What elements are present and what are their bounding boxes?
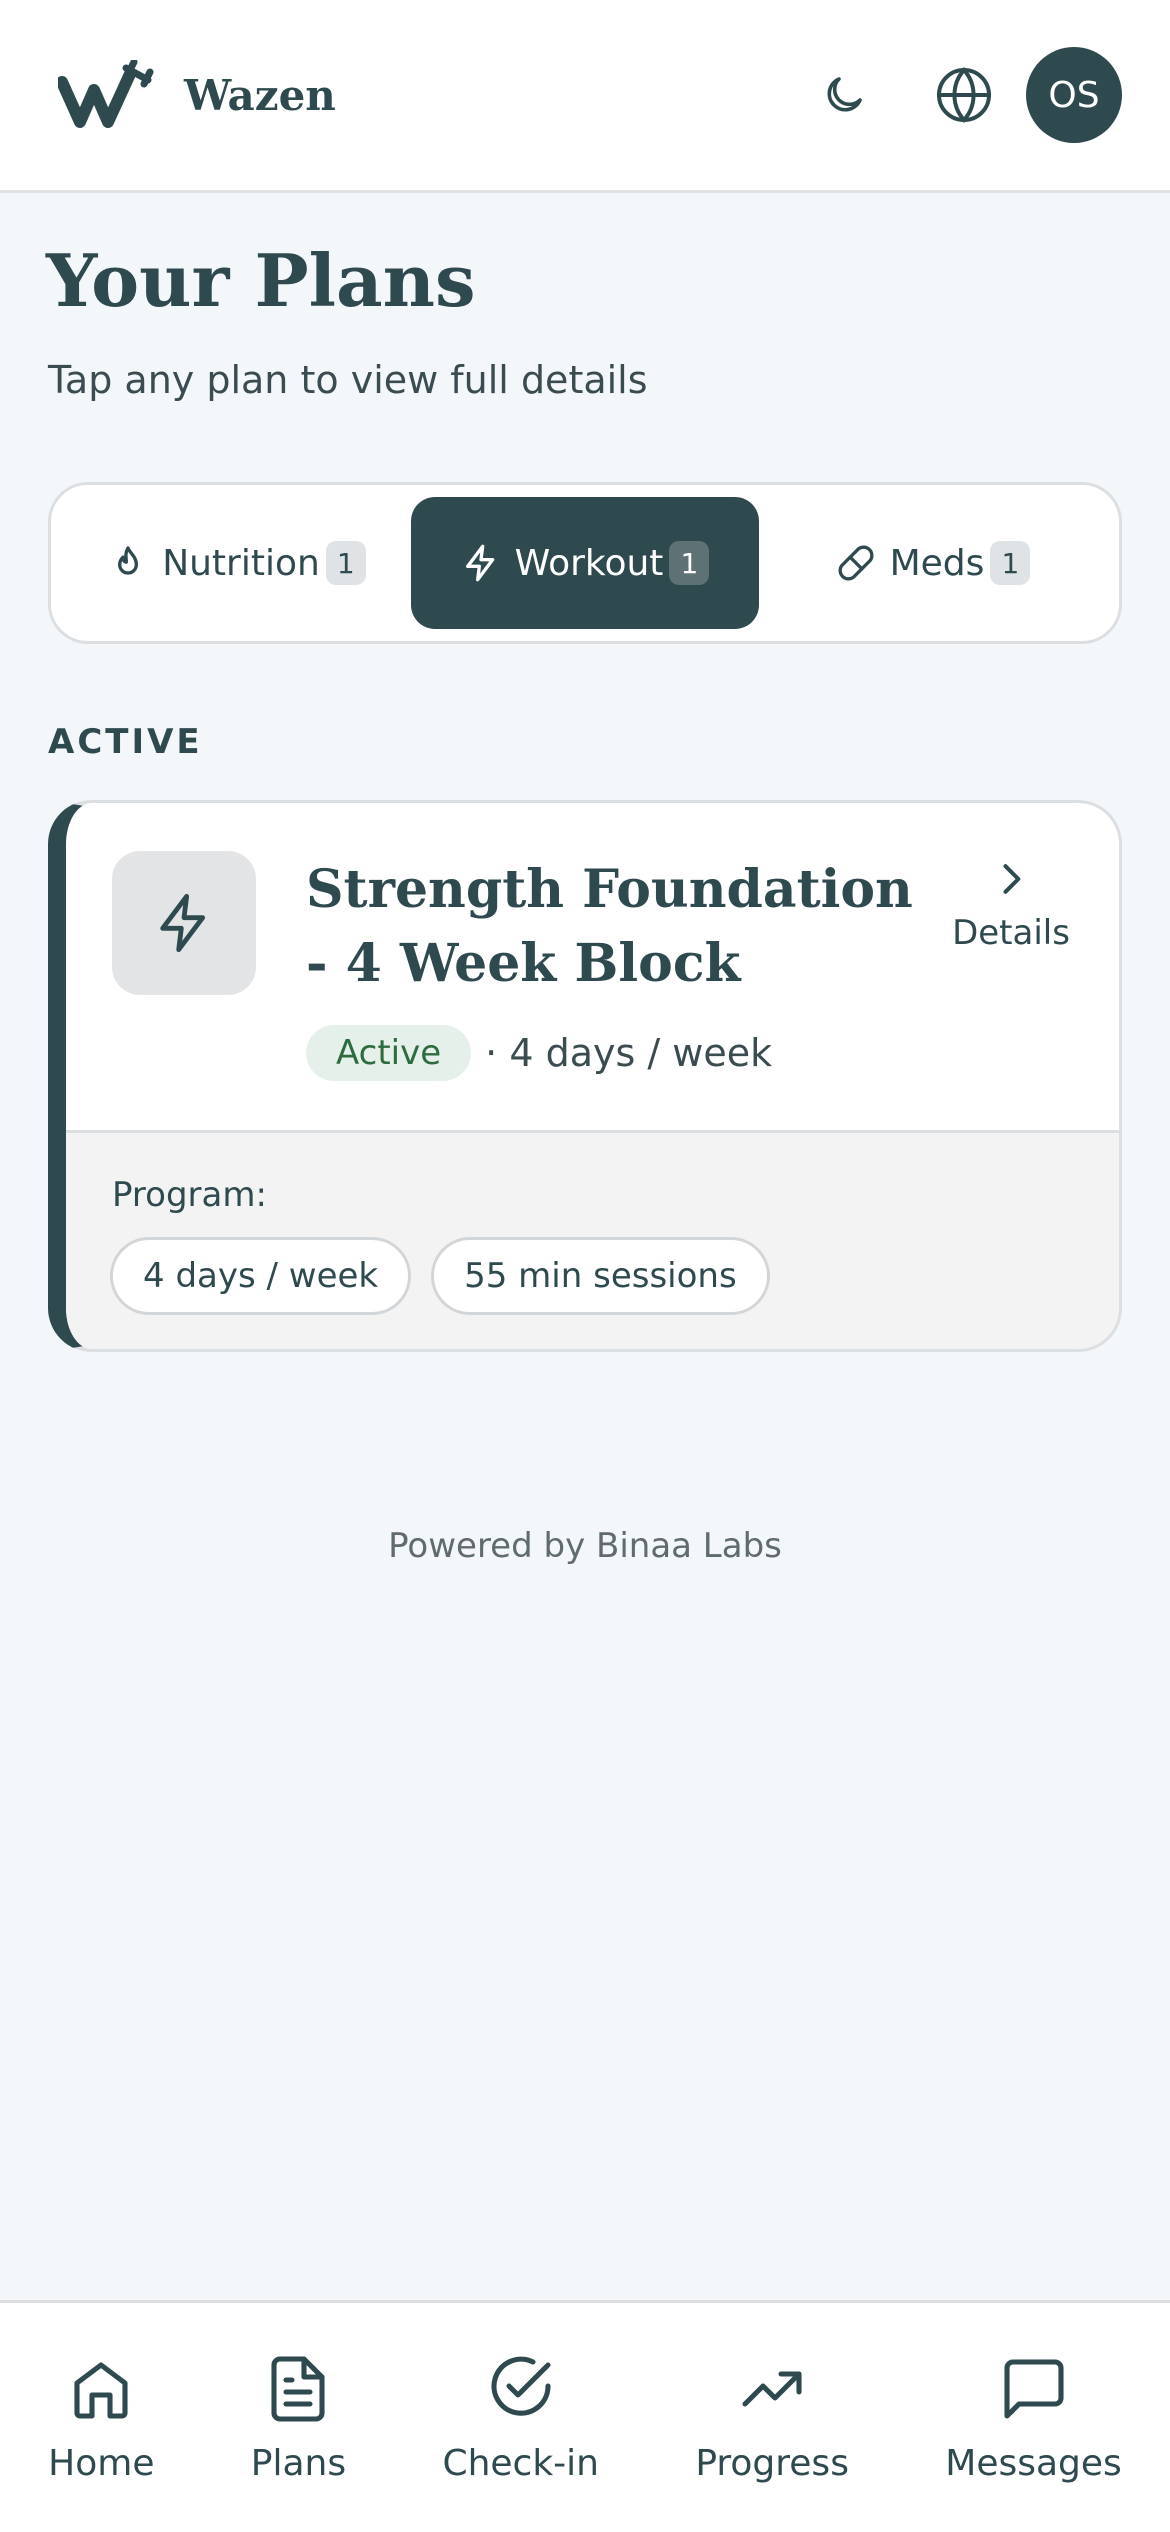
nav-check-in[interactable]: Check-in	[442, 2353, 599, 2484]
tab-nutrition[interactable]: Nutrition 1	[63, 497, 411, 629]
flame-icon	[118, 546, 139, 575]
document-icon	[271, 2356, 326, 2422]
page-title: Your Plans	[46, 238, 476, 323]
lightning-icon	[160, 893, 206, 953]
nav-messages[interactable]: Messages	[945, 2353, 1122, 2484]
plan-icon-tile	[112, 851, 256, 995]
home-icon	[74, 2362, 128, 2419]
count-badge: 1	[325, 541, 366, 585]
count-badge: 1	[990, 541, 1031, 585]
nav-progress[interactable]: Progress	[695, 2353, 849, 2484]
chip-frequency: 4 days / week	[110, 1237, 412, 1315]
powered-by: Powered by Binaa Labs	[388, 1526, 782, 1566]
nav-plans[interactable]: Plans	[251, 2353, 346, 2484]
plan-frequency: · 4 days / week	[485, 1031, 773, 1075]
lightning-icon	[465, 544, 494, 582]
plan-meta: Active · 4 days / week	[306, 1025, 772, 1081]
section-label-active: ACTIVE	[48, 722, 203, 762]
program-chips: 4 days / week 55 min sessions	[110, 1237, 790, 1315]
details-button[interactable]: Details	[951, 857, 1071, 953]
plan-type-tabs: Nutrition 1 Workout 1 Meds 1	[48, 482, 1122, 644]
brand-name: Wazen	[184, 70, 336, 120]
count-badge: 1	[669, 541, 710, 585]
program-label: Program:	[112, 1175, 267, 1215]
plan-card-header: Strength Foundation - 4 Week Block Activ…	[66, 803, 1119, 1133]
header-actions: OS	[812, 47, 1122, 143]
page-subtitle: Tap any plan to view full details	[48, 358, 648, 402]
logo-w-icon[interactable]	[58, 60, 154, 130]
plan-title: Strength Foundation - 4 Week Block	[306, 859, 913, 994]
status-badge: Active	[306, 1025, 472, 1081]
tab-label: Workout	[514, 542, 664, 584]
app-header: Wazen OS	[0, 0, 1170, 193]
nav-label: Progress	[695, 2443, 849, 2484]
globe-icon[interactable]	[932, 63, 996, 127]
plan-program-section: Program: 4 days / week 55 min sessions	[66, 1133, 1119, 1349]
chip-session-length: 55 min sessions	[431, 1237, 770, 1315]
plan-card[interactable]: Strength Foundation - 4 Week Block Activ…	[48, 800, 1122, 1352]
chevron-right-icon	[1003, 864, 1021, 894]
nav-home[interactable]: Home	[48, 2353, 154, 2484]
nav-label: Plans	[250, 2443, 347, 2484]
bottom-nav: Home Plans Check-in Progress Messages	[0, 2300, 1170, 2532]
tab-meds[interactable]: Meds 1	[759, 497, 1107, 629]
nav-label: Check-in	[442, 2443, 599, 2484]
details-label: Details	[952, 913, 1070, 953]
moon-icon[interactable]	[812, 63, 876, 127]
nav-label: Messages	[945, 2443, 1122, 2484]
check-circle-icon	[491, 2356, 551, 2416]
trending-up-icon	[742, 2371, 802, 2407]
tab-workout[interactable]: Workout 1	[411, 497, 759, 629]
tab-label: Meds	[889, 542, 985, 584]
nav-label: Home	[48, 2443, 155, 2484]
pill-icon	[838, 545, 874, 581]
avatar[interactable]: OS	[1026, 47, 1122, 143]
tab-label: Nutrition	[162, 542, 320, 584]
message-icon	[1003, 2359, 1064, 2419]
